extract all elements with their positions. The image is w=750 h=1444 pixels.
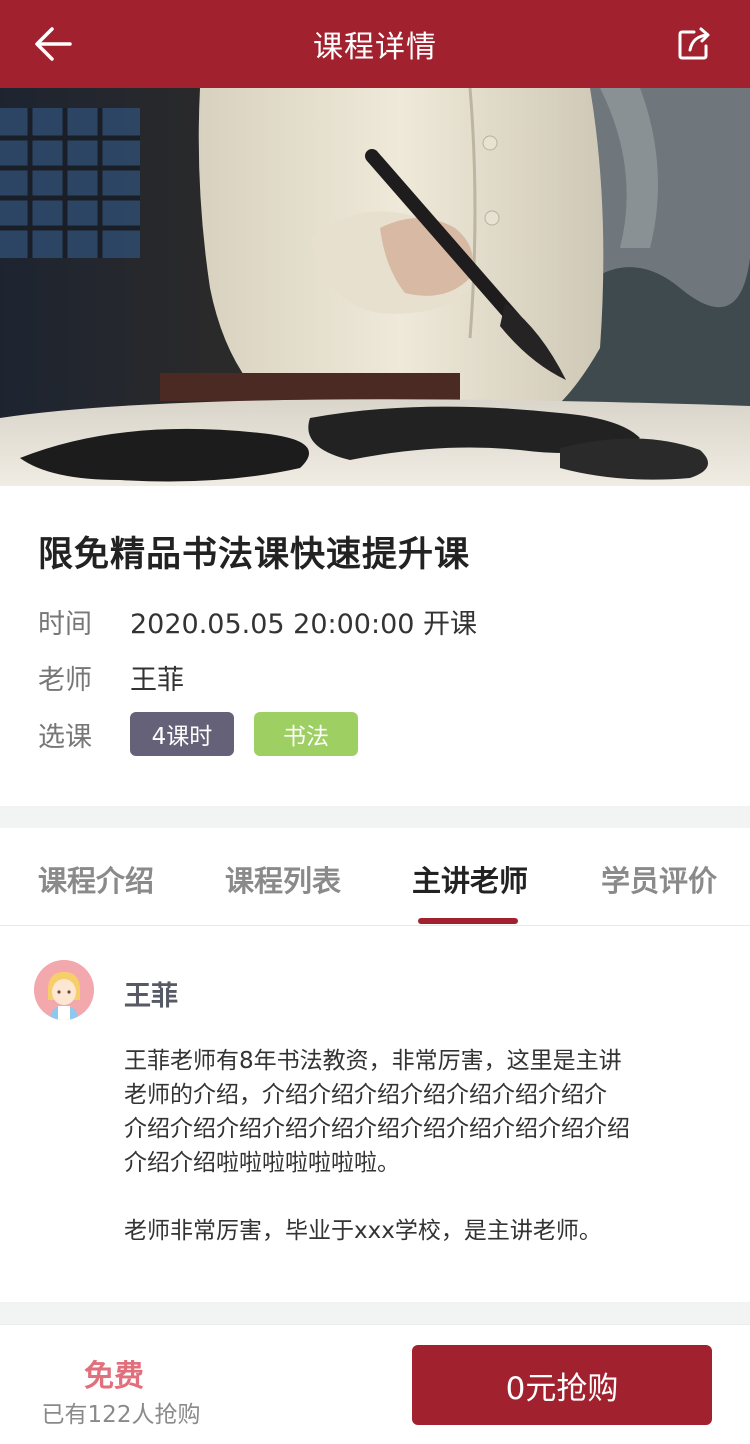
arrow-left-icon [35, 27, 72, 61]
select-label: 选课 [38, 721, 92, 753]
teacher-value: 王菲 [130, 665, 184, 696]
teacher-label: 老师 [38, 665, 92, 696]
tab-lecturer[interactable]: 主讲老师 [412, 858, 528, 900]
bio-paragraph: 老师非常厉害，毕业于xxx学校，是主讲老师。 [124, 1218, 602, 1244]
avatar [34, 960, 94, 1020]
lesson-count-tag[interactable]: 4课时 [130, 712, 234, 756]
buyer-count: 已有122人抢购 [41, 1402, 201, 1428]
lecturer-section: 王菲 王菲老师有8年书法教资，非常厉害，这里是主讲 老师的介绍，介绍介绍介绍介绍… [0, 926, 750, 1302]
share-button[interactable] [674, 24, 714, 64]
bio-paragraph: 王菲老师有8年书法教资，非常厉害，这里是主讲 老师的介绍，介绍介绍介绍介绍介绍介… [124, 1048, 630, 1176]
teacher-name: 王菲 [124, 981, 178, 1012]
course-teacher-row: 老师 王菲 [38, 658, 184, 697]
calligraphy-photo [0, 88, 750, 486]
active-tab-indicator [418, 918, 518, 924]
share-icon [678, 27, 710, 60]
course-info-card: 限免精品书法课快速提升课 时间 2020.05.05 20:00:00 开课 老… [0, 486, 750, 806]
category-tag[interactable]: 书法 [254, 712, 358, 756]
back-button[interactable] [28, 22, 78, 66]
section-divider [0, 806, 750, 828]
teacher-bio: 王菲老师有8年书法教资，非常厉害，这里是主讲 老师的介绍，介绍介绍介绍介绍介绍介… [124, 1044, 664, 1248]
section-divider [0, 1302, 750, 1324]
tab-reviews[interactable]: 学员评价 [601, 858, 717, 900]
time-label: 时间 [38, 609, 92, 640]
time-value: 2020.05.05 20:00:00 开课 [130, 609, 478, 640]
course-cover-image [0, 88, 750, 486]
tab-course-list[interactable]: 课程列表 [225, 858, 341, 900]
tab-course-intro[interactable]: 课程介绍 [38, 858, 154, 900]
course-time-row: 时间 2020.05.05 20:00:00 开课 [38, 602, 477, 641]
teacher-avatar-icon [34, 960, 94, 1020]
page-title: 课程详情 [313, 30, 437, 65]
course-select-row: 选课 4课时 书法 [38, 712, 378, 756]
course-title: 限免精品书法课快速提升课 [38, 535, 471, 575]
price-label: 免费 [84, 1359, 144, 1394]
top-nav-bar: 课程详情 [0, 0, 750, 88]
buy-button[interactable]: 0元抢购 [412, 1345, 712, 1425]
purchase-bar: 免费 已有122人抢购 0元抢购 [0, 1324, 750, 1444]
course-tabs: 课程介绍 课程列表 主讲老师 学员评价 [0, 828, 750, 926]
